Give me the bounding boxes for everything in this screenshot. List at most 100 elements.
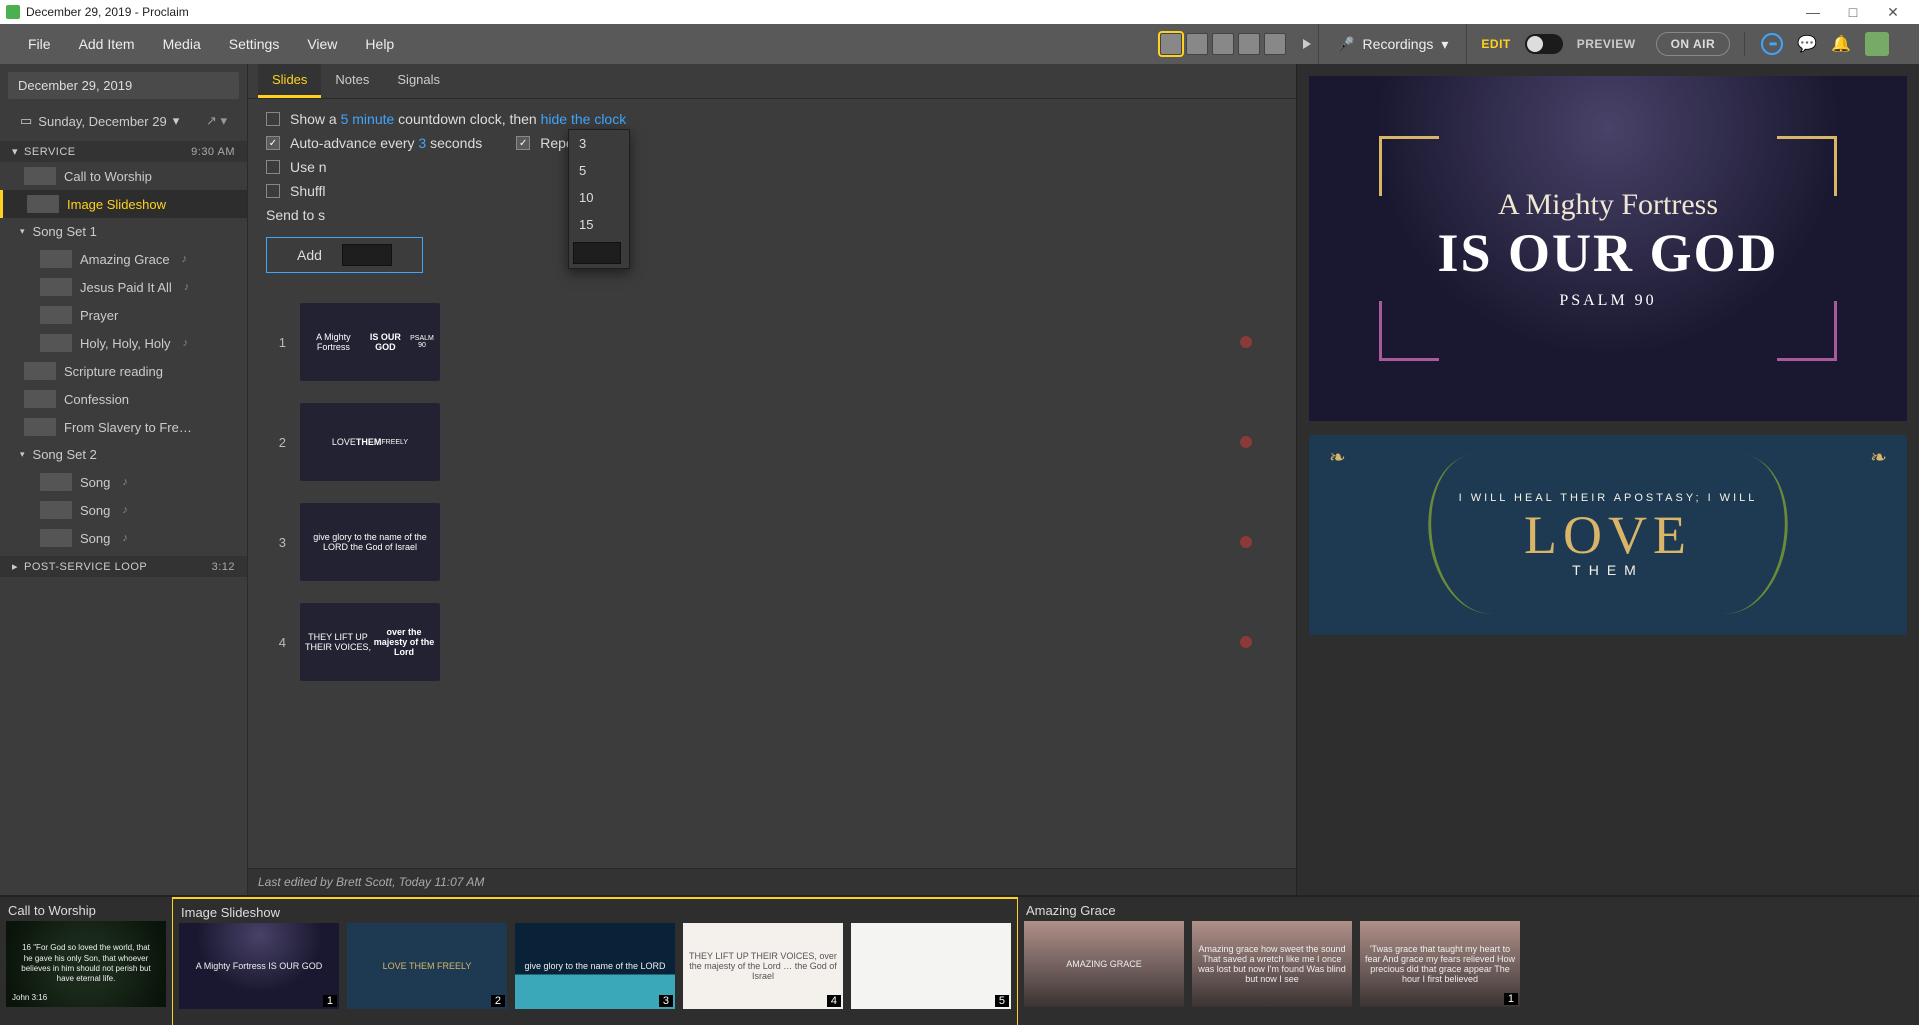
bell-icon[interactable]: 🔔 <box>1831 34 1851 54</box>
sidebar-item[interactable]: Prayer <box>0 301 247 329</box>
sidebar-item-label: Jesus Paid It All <box>80 280 172 295</box>
slide-status-dot <box>1240 536 1252 548</box>
preview-slide-2[interactable]: ❧❧ I WILL HEAL THEIR APOSTASY; I WILL LO… <box>1309 435 1907 635</box>
sidebar-item[interactable]: Song♪ <box>0 496 247 524</box>
slide-row[interactable]: 4THEY LIFT UP THEIR VOICES,over the maje… <box>272 603 1272 681</box>
slide-thumbnail[interactable]: LOVETHEMFREELY <box>300 403 440 481</box>
close-button[interactable]: ✕ <box>1873 4 1913 21</box>
filmstrip-group-title: Call to Worship <box>6 901 166 921</box>
sidebar-group[interactable]: Song Set 1 <box>0 218 247 245</box>
filmstrip-thumbnail[interactable]: 16 "For God so loved the world, that he … <box>6 921 166 1007</box>
sidebar-item[interactable]: Scripture reading <box>0 357 247 385</box>
slide-status-dot <box>1240 436 1252 448</box>
slide-thumbnail[interactable]: THEY LIFT UP THEIR VOICES,over the majes… <box>300 603 440 681</box>
on-air-button[interactable]: ON AIR <box>1656 32 1731 56</box>
sidebar-item[interactable]: Call to Worship <box>0 162 247 190</box>
add-button[interactable]: Add <box>266 237 423 273</box>
avatar[interactable] <box>1238 33 1260 55</box>
dropdown-custom-input[interactable] <box>573 242 621 264</box>
avatar[interactable] <box>1160 33 1182 55</box>
collaborator-avatars <box>1160 33 1286 55</box>
sidebar-item-thumb <box>24 362 56 380</box>
countdown-checkbox[interactable] <box>266 112 280 126</box>
sidebar-item-label: Scripture reading <box>64 364 163 379</box>
tab-notes[interactable]: Notes <box>321 64 383 98</box>
recordings-menu[interactable]: 🎤 Recordings ▾ <box>1318 24 1467 64</box>
menu-settings[interactable]: Settings <box>215 24 294 64</box>
chevron-down-icon: ▾ <box>1441 36 1448 53</box>
sidebar-item[interactable]: Song♪ <box>0 524 247 552</box>
menu-add-item[interactable]: Add Item <box>65 24 149 64</box>
dropdown-option[interactable]: 3 <box>569 130 629 157</box>
slide-thumbnail[interactable]: give glory to the name of the LORD the G… <box>300 503 440 581</box>
sidebar-item[interactable]: Song♪ <box>0 468 247 496</box>
slide-row[interactable]: 3 give glory to the name of the LORD the … <box>272 503 1272 581</box>
tab-slides[interactable]: Slides <box>258 64 321 98</box>
slide-row[interactable]: 1A Mighty FortressIS OUR GODPSALM 90 <box>272 303 1272 381</box>
slide-thumbnail[interactable]: A Mighty FortressIS OUR GODPSALM 90 <box>300 303 440 381</box>
sidebar-item[interactable]: Jesus Paid It All ♪ <box>0 273 247 301</box>
use-checkbox[interactable] <box>266 160 280 174</box>
filmstrip-thumbnail[interactable]: LOVE THEM FREELY2 <box>347 923 507 1009</box>
filmstrip-thumbnail[interactable]: 'Twas grace that taught my heart to fear… <box>1360 921 1520 1007</box>
music-note-icon: ♪ <box>122 532 128 544</box>
preview-slide-1[interactable]: A Mighty Fortress IS OUR GOD PSALM 90 <box>1309 76 1907 421</box>
avatar[interactable] <box>1264 33 1286 55</box>
maximize-button[interactable]: □ <box>1833 4 1873 20</box>
sidebar-item-thumb <box>40 473 72 491</box>
repeat-checkbox[interactable]: ✓ <box>516 136 530 150</box>
sidebar-item-label: From Slavery to Fre… <box>64 420 192 435</box>
countdown-duration-link[interactable]: 5 minute <box>341 111 395 127</box>
add-dropdown-value[interactable] <box>342 244 392 266</box>
countdown-end-link[interactable]: hide the clock <box>541 111 627 127</box>
shuffle-checkbox[interactable] <box>266 184 280 198</box>
sidebar-item[interactable]: Amazing Grace♪ <box>0 245 247 273</box>
chat-icon[interactable]: 💬 <box>1797 34 1817 54</box>
sidebar-group[interactable]: Song Set 2 <box>0 441 247 468</box>
filmstrip-thumbnail[interactable]: 5 <box>851 923 1011 1009</box>
slide-number: 3 <box>272 535 286 550</box>
dropdown-option[interactable]: 5 <box>569 157 629 184</box>
minimize-button[interactable]: — <box>1793 4 1833 20</box>
tab-signals[interactable]: Signals <box>383 64 454 98</box>
slideshow-options: Show a 5 minute countdown clock, then hi… <box>248 99 1296 293</box>
avatar[interactable] <box>1212 33 1234 55</box>
filmstrip-thumbnail[interactable]: give glory to the name of the LORD3 <box>515 923 675 1009</box>
filmstrip-thumbnail[interactable]: A Mighty Fortress IS OUR GOD1 <box>179 923 339 1009</box>
sidebar-item[interactable]: Confession <box>0 385 247 413</box>
filmstrip-thumbnail[interactable]: THEY LIFT UP THEIR VOICES, over the maje… <box>683 923 843 1009</box>
sidebar-item[interactable]: From Slavery to Fre… <box>0 413 247 441</box>
seconds-dropdown[interactable]: 3 5 10 15 <box>568 129 630 269</box>
slide-row[interactable]: 2LOVETHEMFREELY <box>272 403 1272 481</box>
presentation-title[interactable]: December 29, 2019 <box>8 72 239 99</box>
play-button[interactable] <box>1296 33 1318 55</box>
menu-help[interactable]: Help <box>351 24 408 64</box>
sidebar-item-thumb <box>40 501 72 519</box>
music-note-icon: ♪ <box>182 253 188 265</box>
dropdown-option[interactable]: 10 <box>569 184 629 211</box>
section-header-service[interactable]: ▾ SERVICE 9:30 AM <box>0 141 247 162</box>
sidebar-item-thumb <box>24 390 56 408</box>
sidebar-item[interactable]: Holy, Holy, Holy♪ <box>0 329 247 357</box>
auto-advance-checkbox[interactable]: ✓ <box>266 136 280 150</box>
current-user-avatar[interactable] <box>1865 32 1889 56</box>
music-note-icon: ♪ <box>184 281 190 293</box>
slide-index-badge: 1 <box>1504 993 1518 1005</box>
menu-view[interactable]: View <box>293 24 351 64</box>
filmstrip-group-title: Amazing Grace <box>1024 901 1520 921</box>
filmstrip-group: Image SlideshowA Mighty Fortress IS OUR … <box>172 896 1018 1025</box>
avatar[interactable] <box>1186 33 1208 55</box>
dropdown-option[interactable]: 15 <box>569 211 629 238</box>
more-icon[interactable]: ••• <box>1761 33 1783 55</box>
window-title: December 29, 2019 - Proclaim <box>26 5 189 19</box>
share-icon[interactable]: ↗ ▾ <box>206 113 227 129</box>
menu-media[interactable]: Media <box>149 24 215 64</box>
filmstrip-thumbnail[interactable]: Amazing grace how sweet the sound That s… <box>1192 921 1352 1007</box>
filmstrip-thumbnail[interactable]: AMAZING GRACE <box>1024 921 1184 1007</box>
section-header-post-loop[interactable]: ▸ POST-SERVICE LOOP 3:12 <box>0 556 247 577</box>
menu-file[interactable]: File <box>14 24 65 64</box>
mode-toggle[interactable] <box>1525 34 1563 54</box>
presentation-date[interactable]: ▭ Sunday, December 29 ▾ ↗ ▾ <box>8 107 239 135</box>
sidebar-item[interactable]: Image Slideshow <box>3 190 247 218</box>
app-icon <box>6 5 20 19</box>
